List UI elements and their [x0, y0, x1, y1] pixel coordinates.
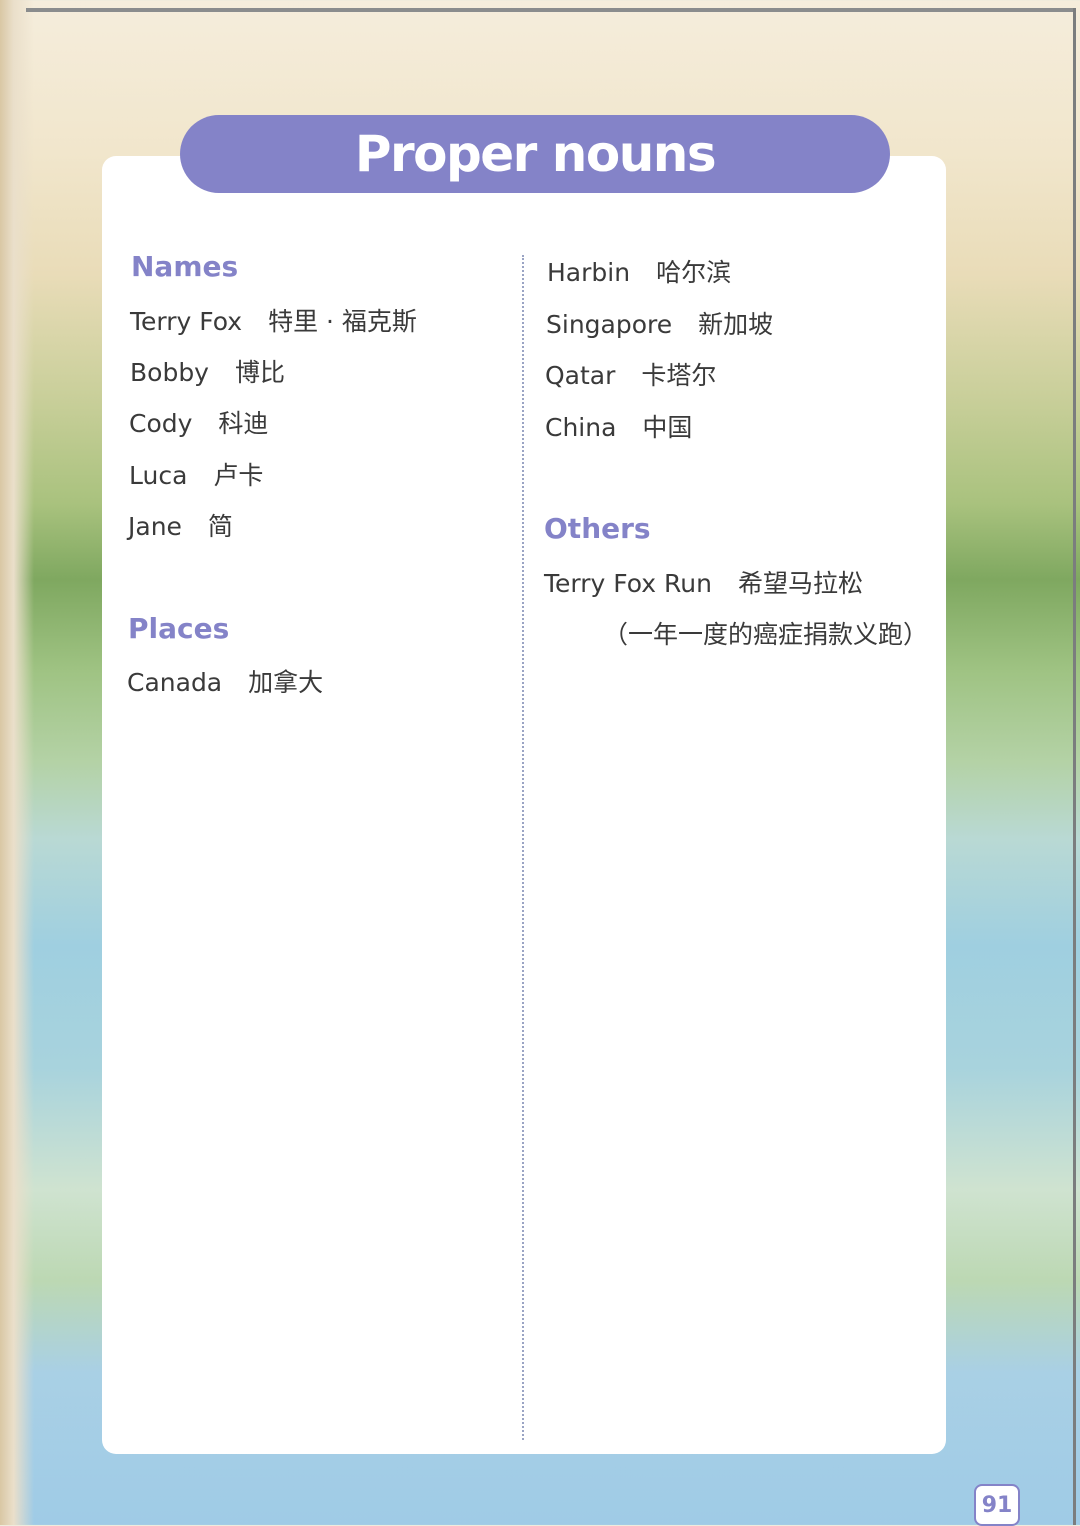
- place-en: Singapore: [546, 310, 673, 339]
- page-right-edge: [1073, 8, 1076, 1525]
- page-top-edge: [26, 8, 1076, 12]
- page-title: Proper nouns: [354, 125, 717, 183]
- place-en: Harbin: [547, 258, 631, 287]
- place-zh: 新加坡: [698, 310, 774, 339]
- other-en: Terry Fox Run: [544, 569, 712, 598]
- name-row-luca: Luca 卢卡: [129, 456, 263, 492]
- place-zh: 中国: [642, 413, 693, 442]
- name-zh: 博比: [234, 358, 285, 387]
- book-spine-shadow: [0, 0, 34, 1525]
- name-en: Luca: [129, 461, 188, 490]
- name-zh: 卢卡: [213, 461, 264, 490]
- others-heading: Others: [544, 512, 651, 545]
- name-row-jane: Jane 简: [128, 507, 233, 543]
- other-row-terry-fox-run: Terry Fox Run 希望马拉松: [544, 564, 863, 600]
- name-en: Jane: [128, 512, 182, 541]
- places-heading: Places: [128, 612, 230, 645]
- other-note: （一年一度的癌症捐款义跑）: [603, 620, 929, 649]
- name-en: Cody: [129, 409, 193, 438]
- column-divider: [522, 255, 524, 1440]
- place-zh: 卡塔尔: [641, 361, 717, 390]
- content-card: [102, 156, 946, 1454]
- name-row-terry-fox: Terry Fox 特里 · 福克斯: [130, 302, 417, 338]
- page-number: 91: [974, 1484, 1020, 1526]
- name-row-bobby: Bobby 博比: [130, 353, 285, 389]
- place-zh: 哈尔滨: [656, 258, 732, 287]
- name-zh: 简: [207, 512, 233, 541]
- place-en: Canada: [127, 668, 223, 697]
- other-zh: 希望马拉松: [737, 569, 863, 598]
- place-en: Qatar: [545, 361, 616, 390]
- name-zh: 特里 · 福克斯: [268, 307, 417, 336]
- name-en: Bobby: [130, 358, 209, 387]
- place-row-singapore: Singapore 新加坡: [546, 305, 773, 341]
- name-en: Terry Fox: [130, 307, 243, 336]
- title-banner: Proper nouns: [180, 115, 890, 193]
- place-zh: 加拿大: [248, 668, 324, 697]
- names-heading: Names: [131, 250, 239, 283]
- place-row-china: China 中国: [545, 408, 692, 444]
- place-row-harbin: Harbin 哈尔滨: [547, 253, 731, 289]
- place-en: China: [545, 413, 617, 442]
- name-row-cody: Cody 科迪: [129, 404, 268, 440]
- place-row-qatar: Qatar 卡塔尔: [545, 356, 716, 392]
- name-zh: 科迪: [218, 409, 269, 438]
- place-row-canada: Canada 加拿大: [127, 663, 323, 699]
